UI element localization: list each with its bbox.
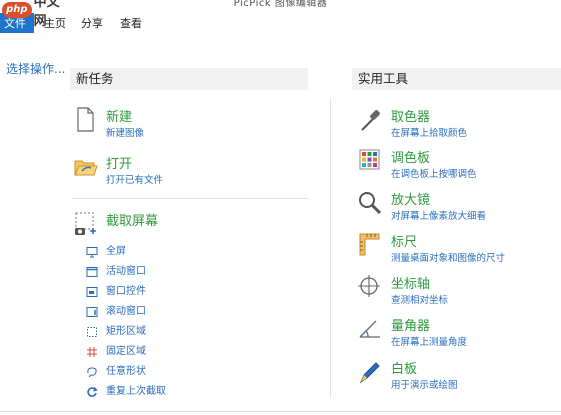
ruler-title: 标尺 (391, 235, 418, 250)
protractor-subtitle: 在屏幕上测量角度 (391, 337, 468, 348)
new-image-task[interactable]: 新建 新建图像 (72, 106, 292, 140)
tools-header: 实用工具 (352, 68, 561, 90)
ruler-icon (357, 231, 383, 259)
magnifier-title: 放大镜 (391, 193, 431, 208)
fixed-region-icon (86, 343, 98, 357)
scroll-window-icon (86, 303, 98, 317)
repeat-icon (86, 383, 98, 397)
crosshair-icon (357, 273, 383, 301)
capture-fixed-region-label: 固定区域 (106, 346, 146, 357)
capture-window-control-label: 窗口控件 (106, 286, 146, 297)
menu-view[interactable]: 查看 (116, 15, 146, 32)
capture-scroll-window-label: 滚动窗口 (106, 306, 146, 317)
capture-active-window-label: 活动窗口 (106, 266, 146, 277)
freeform-icon (86, 363, 98, 378)
watermark-text: 中文网 (33, 0, 60, 29)
capture-fullscreen[interactable]: 全屏 (86, 241, 226, 259)
rectangle-region-icon (86, 323, 98, 337)
capture-repeat-label: 重复上次截取 (106, 386, 166, 397)
open-title: 打开 (106, 157, 133, 172)
menu-share[interactable]: 分享 (77, 15, 107, 32)
tool-palette[interactable]: 调色板 在调色板上按哪调色 (357, 147, 557, 181)
palette-title: 调色板 (391, 151, 431, 166)
whiteboard-title: 白板 (391, 362, 418, 377)
magnifier-subtitle: 对屏幕上像素放大细看 (391, 211, 487, 222)
title-bar: PicPick 图像编辑器 (0, 0, 561, 9)
tool-ruler[interactable]: 标尺 测量桌面对象和图像的尺寸 (357, 231, 557, 265)
tool-coordinates[interactable]: 坐标轴 查测相对坐标 (357, 273, 557, 307)
tool-whiteboard[interactable]: 白板 用于演示或绘图 (357, 358, 557, 392)
open-subtitle: 打开已有文件 (106, 175, 164, 186)
protractor-title: 量角器 (391, 319, 431, 334)
palette-icon (357, 147, 383, 175)
palette-subtitle: 在调色板上按哪调色 (391, 169, 477, 180)
capture-window-control[interactable]: 窗口控件 (86, 281, 226, 299)
capture-rectangle-label: 矩形区域 (106, 326, 146, 337)
new-title: 新建 (106, 110, 133, 125)
select-action-link[interactable]: 选择操作... (6, 60, 65, 77)
column-divider (330, 98, 331, 398)
tool-color-picker[interactable]: 取色器 在屏幕上拾取颜色 (357, 106, 557, 140)
tool-magnifier[interactable]: 放大镜 对屏幕上像素放大细看 (357, 189, 557, 223)
eyedropper-icon (357, 106, 383, 134)
status-border (0, 411, 561, 412)
capture-fullscreen-label: 全屏 (106, 246, 126, 257)
folder-icon (72, 153, 98, 181)
capture-rectangle[interactable]: 矩形区域 (86, 321, 226, 339)
coordinates-subtitle: 查测相对坐标 (391, 295, 449, 306)
whiteboard-pen-icon (357, 358, 383, 386)
capture-fixed-region[interactable]: 固定区域 (86, 341, 226, 359)
new-subtitle: 新建图像 (106, 128, 145, 139)
protractor-icon (357, 315, 383, 343)
capture-active-window[interactable]: 活动窗口 (86, 261, 226, 279)
monitor-icon (86, 243, 98, 258)
capture-freeform-label: 任意形状 (106, 366, 146, 377)
screen-capture-icon (72, 210, 98, 238)
capture-screen-task[interactable]: 截取屏幕 (72, 210, 292, 236)
whiteboard-subtitle: 用于演示或绘图 (391, 380, 458, 391)
menu-bar: 文件 主页 分享 查看 (0, 8, 561, 34)
new-task-header: 新任务 (70, 68, 308, 90)
separator (72, 198, 308, 199)
capture-freeform[interactable]: 任意形状 (86, 361, 226, 379)
ruler-subtitle: 测量桌面对象和图像的尺寸 (391, 253, 506, 264)
magnifier-icon (357, 189, 383, 217)
capture-repeat[interactable]: 重复上次截取 (86, 381, 226, 399)
capture-scroll-window[interactable]: 滚动窗口 (86, 301, 226, 319)
open-file-task[interactable]: 打开 打开已有文件 (72, 153, 292, 187)
tool-protractor[interactable]: 量角器 在屏幕上测量角度 (357, 315, 557, 349)
coordinates-title: 坐标轴 (391, 277, 431, 292)
watermark-logo: php (2, 2, 32, 18)
new-file-icon (72, 106, 98, 134)
color-picker-title: 取色器 (391, 110, 431, 125)
active-window-icon (86, 263, 98, 277)
window-control-icon (86, 283, 98, 297)
capture-title: 截取屏幕 (106, 214, 159, 229)
color-picker-subtitle: 在屏幕上拾取颜色 (391, 128, 468, 139)
